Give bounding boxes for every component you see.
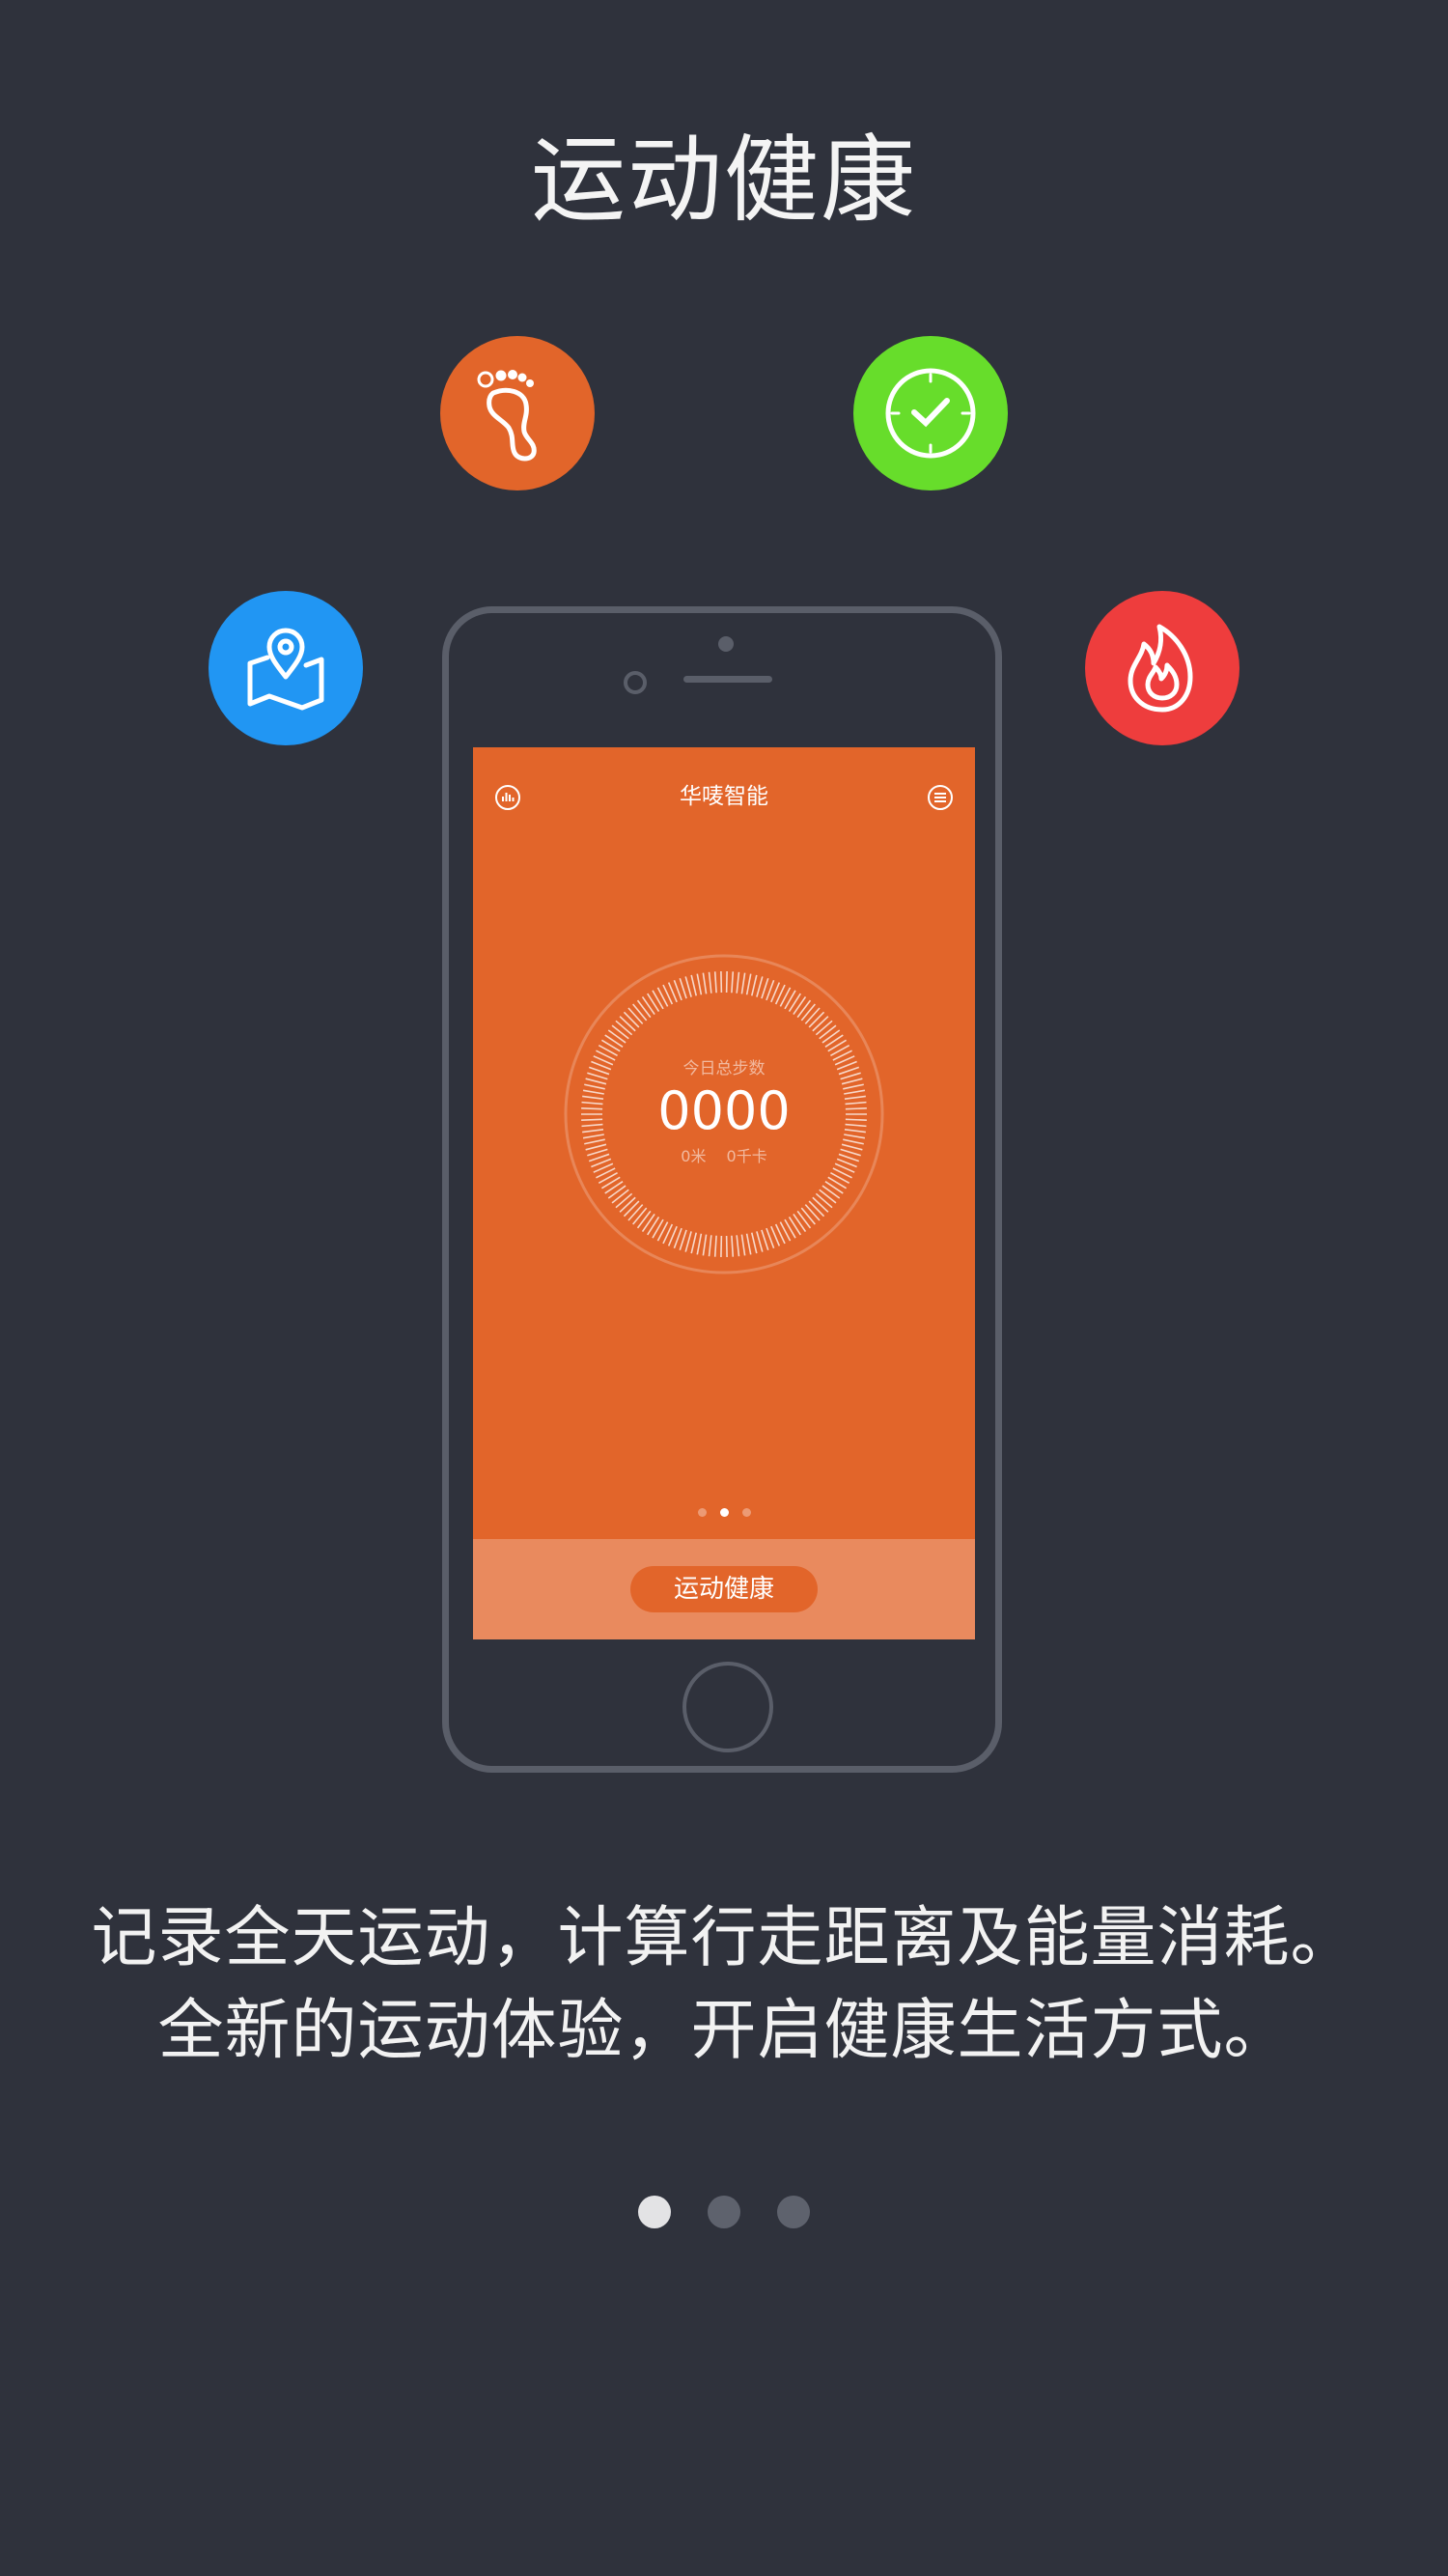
screen-page-dot <box>697 1508 707 1517</box>
clock-check-icon <box>853 336 1008 490</box>
camera-dot <box>718 636 734 652</box>
sport-health-button[interactable]: 运动健康 <box>630 1566 818 1612</box>
map-pin-icon <box>209 591 363 745</box>
calories-value: 0千卡 <box>726 1147 767 1165</box>
pager-dot[interactable] <box>777 2196 810 2228</box>
screen-page-indicator <box>473 1508 975 1517</box>
screen-page-dot-active <box>719 1508 729 1517</box>
screen-bottom-bar: 运动健康 <box>473 1539 975 1639</box>
description-line-2: 全新的运动体验，开启健康生活方式。 <box>157 1993 1291 2069</box>
flame-icon <box>1085 591 1239 745</box>
steps-label: 今日总步数 <box>682 1059 766 1078</box>
step-summary: 0米 0千卡 <box>473 1143 975 1166</box>
pager-dot-active[interactable] <box>638 2196 671 2228</box>
description: 记录全天运动，计算行走距离及能量消耗。 全新的运动体验，开启健康生活方式。 <box>0 1892 1448 2078</box>
home-button <box>682 1662 773 1752</box>
menu-icon <box>928 785 953 810</box>
steps-value: 0000 <box>657 1080 791 1141</box>
front-camera <box>624 671 647 694</box>
phone-screen: 华唛智能 今日总步数 0000 0米 0千卡 运动健康 <box>473 747 975 1639</box>
distance-value: 0米 <box>681 1147 707 1165</box>
app-title: 华唛智能 <box>680 784 768 809</box>
page-title: 运动健康 <box>530 126 917 236</box>
onboarding-pager <box>0 2196 1448 2228</box>
footprint-icon <box>440 336 595 490</box>
earpiece-speaker <box>683 676 772 683</box>
pager-dot[interactable] <box>708 2196 740 2228</box>
description-line-1: 记录全天运动，计算行走距离及能量消耗。 <box>91 1900 1357 1976</box>
screen-page-dot <box>741 1508 751 1517</box>
